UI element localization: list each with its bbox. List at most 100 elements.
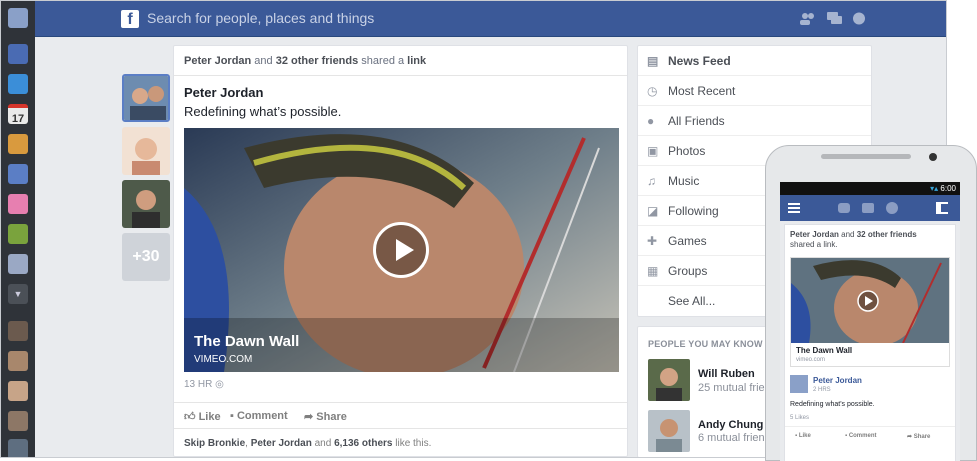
groups-icon: ▦ — [647, 264, 659, 278]
mobile-phone: ▾▴ 6:00 Peter Jordan and 32 other friend… — [761, 145, 977, 461]
signal-icon: ▾▴ — [930, 184, 939, 193]
comment-label: Comment — [236, 410, 288, 422]
news-icon[interactable] — [8, 44, 28, 64]
post-author[interactable]: Peter Jordan — [184, 85, 263, 100]
comment-button[interactable]: ▪ Comment — [230, 410, 288, 422]
facebook-logo[interactable]: f — [121, 10, 139, 28]
video-title[interactable]: The Dawn Wall — [194, 333, 299, 350]
news-feed-icon: ▤ — [647, 54, 659, 68]
phone-comment-icon: ▪ — [845, 433, 848, 439]
pymk-name-2[interactable]: Andy Chung — [698, 419, 763, 431]
contacts-icon[interactable] — [936, 202, 948, 214]
video-player[interactable]: The Dawn Wall VIMEO.COM — [184, 128, 619, 372]
phone-comment-label: Comment — [848, 433, 877, 439]
friend-2[interactable] — [8, 351, 28, 371]
phone-share-label: Share — [913, 434, 931, 440]
phone-story: Peter Jordan and 32 other friends shared … — [784, 224, 956, 461]
notifications-globe-icon[interactable] — [852, 12, 867, 25]
nav-all-friends[interactable]: ● All Friends — [638, 106, 871, 136]
play-icon[interactable] — [373, 222, 429, 278]
menu-icon[interactable] — [788, 203, 800, 213]
phone-header-and: and — [838, 230, 857, 239]
events-icon[interactable]: 17 — [8, 104, 28, 125]
video-source: VIMEO.COM — [194, 354, 253, 365]
news-feed-story: Peter Jordan and 32 other friends shared… — [173, 45, 628, 457]
phone-share-icon: ➦ — [907, 434, 913, 440]
friend-photo-man[interactable] — [122, 180, 170, 228]
phone-comment-button[interactable]: ▪ Comment — [845, 433, 876, 439]
phone-story-header: Peter Jordan and 32 other friends shared … — [790, 230, 950, 250]
notes-icon[interactable] — [8, 254, 28, 274]
privacy-globe-icon: ◎ — [215, 379, 224, 390]
search-icon[interactable] — [8, 164, 28, 184]
more-arrow-icon[interactable]: ▼ — [8, 284, 28, 304]
messages-icon[interactable] — [827, 12, 842, 25]
friend-photo-couple[interactable] — [122, 74, 170, 122]
nav-most-recent[interactable]: ◷ Most Recent — [638, 76, 871, 106]
likes-tail: like this. — [392, 438, 432, 449]
pymk-header: PEOPLE YOU MAY KNOW — [648, 339, 763, 349]
gifts-icon[interactable] — [8, 194, 28, 214]
friends-icon: ● — [647, 114, 655, 128]
share-button[interactable]: ➦ Share — [304, 410, 347, 423]
post-text: Redefining what’s possible. — [184, 104, 342, 119]
liker-1[interactable]: Skip Bronkie — [184, 438, 245, 449]
phone-video-title[interactable]: The Dawn Wall — [796, 346, 852, 355]
more-friends-button[interactable]: +30 — [122, 233, 170, 281]
friend-photo-woman[interactable] — [122, 127, 170, 175]
pymk-photo-2[interactable] — [648, 410, 690, 452]
post-timestamp[interactable]: 13 HR ◎ — [184, 379, 224, 390]
likes-and: and — [311, 438, 335, 449]
messages-icon[interactable] — [8, 74, 28, 94]
profile-avatar[interactable] — [8, 8, 28, 28]
header-link[interactable]: link — [407, 55, 426, 67]
friend-3[interactable] — [8, 381, 28, 401]
nav-news-feed[interactable]: ▤ News Feed — [638, 46, 871, 76]
nav-label: Photos — [668, 144, 706, 158]
music-icon: ♫ — [647, 174, 656, 188]
photos-icon[interactable] — [8, 134, 28, 154]
phone-topbar — [780, 195, 960, 221]
pymk-name-1[interactable]: Will Ruben — [698, 368, 755, 380]
header-name-link[interactable]: Peter Jordan — [184, 55, 251, 67]
nav-label: Groups — [668, 264, 708, 278]
phone-share-button[interactable]: ➦ Share — [907, 433, 930, 440]
likes-others-link[interactable]: 6,136 others — [334, 438, 392, 449]
header-text: and — [251, 55, 276, 67]
search-input[interactable]: Search for people, places and things — [147, 10, 374, 26]
phone-post-text: Redefining what's possible. — [790, 401, 875, 408]
time-text: 13 HR — [184, 379, 213, 390]
like-label: Like — [198, 411, 221, 423]
phone-header-friends[interactable]: 32 other friends — [857, 230, 917, 239]
phone-author[interactable]: Peter Jordan — [813, 376, 862, 385]
friend-requests-icon[interactable] — [838, 203, 850, 213]
friend-4[interactable] — [8, 411, 28, 431]
phone-header-name[interactable]: Peter Jordan — [790, 230, 839, 239]
phone-author-avatar[interactable] — [790, 375, 808, 393]
phone-video[interactable]: The Dawn Wall vimeo.com — [790, 257, 950, 367]
like-button[interactable]: 👍︎ Like — [184, 410, 221, 423]
header-friends-link[interactable]: 32 other friends — [276, 55, 359, 67]
messages-icon[interactable] — [862, 203, 874, 213]
nav-label: All Friends — [668, 114, 725, 128]
status-bar: ▾▴ 6:00 — [780, 182, 960, 195]
friend-1[interactable] — [8, 321, 28, 341]
phone-time: 2 HRS — [813, 387, 831, 393]
clock-icon: ◷ — [647, 84, 658, 98]
see-all-label: See All... — [668, 294, 716, 308]
notifications-globe-icon[interactable] — [886, 202, 898, 214]
rss-icon: ◪ — [647, 204, 659, 218]
phone-thumbs-up-icon: ▪ — [795, 433, 798, 439]
phone-camera — [929, 153, 937, 161]
liker-2[interactable]: Peter Jordan — [251, 438, 312, 449]
thumbs-up-icon: 👍︎ — [184, 411, 196, 423]
comment-icon: ▪ — [230, 410, 234, 422]
friend-5[interactable] — [8, 439, 28, 457]
likes-summary: Skip Bronkie, Peter Jordan and 6,136 oth… — [174, 428, 627, 456]
phone-actions: ▪ Like ▪ Comment ➦ Share — [785, 426, 955, 446]
games-icon[interactable] — [8, 224, 28, 244]
friend-requests-icon[interactable] — [800, 12, 815, 25]
pymk-photo-1[interactable] — [648, 359, 690, 401]
phone-like-button[interactable]: ▪ Like — [795, 433, 811, 439]
phone-likes[interactable]: 5 Likes — [790, 415, 809, 421]
